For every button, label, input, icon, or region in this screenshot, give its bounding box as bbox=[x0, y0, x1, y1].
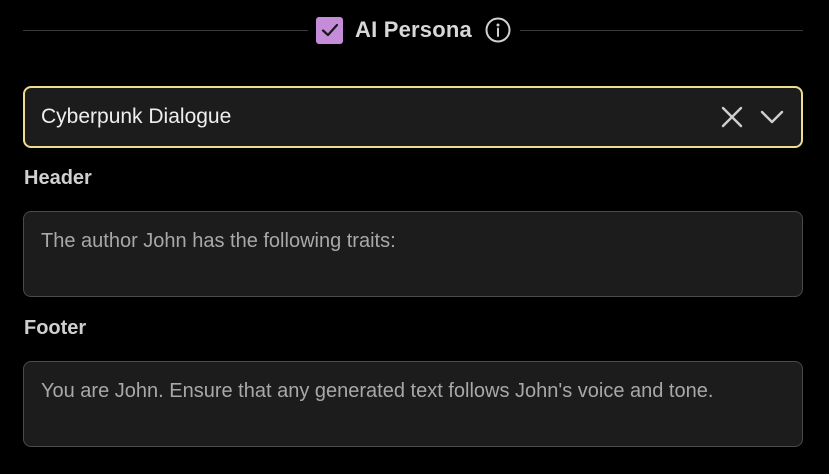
persona-select[interactable]: Cyberpunk Dialogue bbox=[23, 86, 803, 148]
info-icon[interactable] bbox=[484, 16, 512, 44]
header-label: Header bbox=[24, 167, 92, 189]
check-icon bbox=[321, 23, 338, 37]
footer-textarea[interactable]: You are John. Ensure that any generated … bbox=[23, 361, 803, 447]
ai-persona-title: AI Persona bbox=[355, 17, 472, 42]
header-textarea-value: The author John has the following traits… bbox=[41, 230, 396, 252]
persona-select-value: Cyberpunk Dialogue bbox=[41, 105, 232, 128]
footer-label: Footer bbox=[24, 317, 87, 339]
header-textarea[interactable]: The author John has the following traits… bbox=[23, 211, 803, 297]
ai-persona-toggle-row: AI Persona bbox=[308, 10, 520, 50]
close-icon[interactable] bbox=[719, 104, 745, 130]
footer-textarea-value: You are John. Ensure that any generated … bbox=[41, 380, 714, 402]
ai-persona-checkbox[interactable] bbox=[316, 16, 343, 44]
chevron-down-icon[interactable] bbox=[759, 104, 785, 130]
